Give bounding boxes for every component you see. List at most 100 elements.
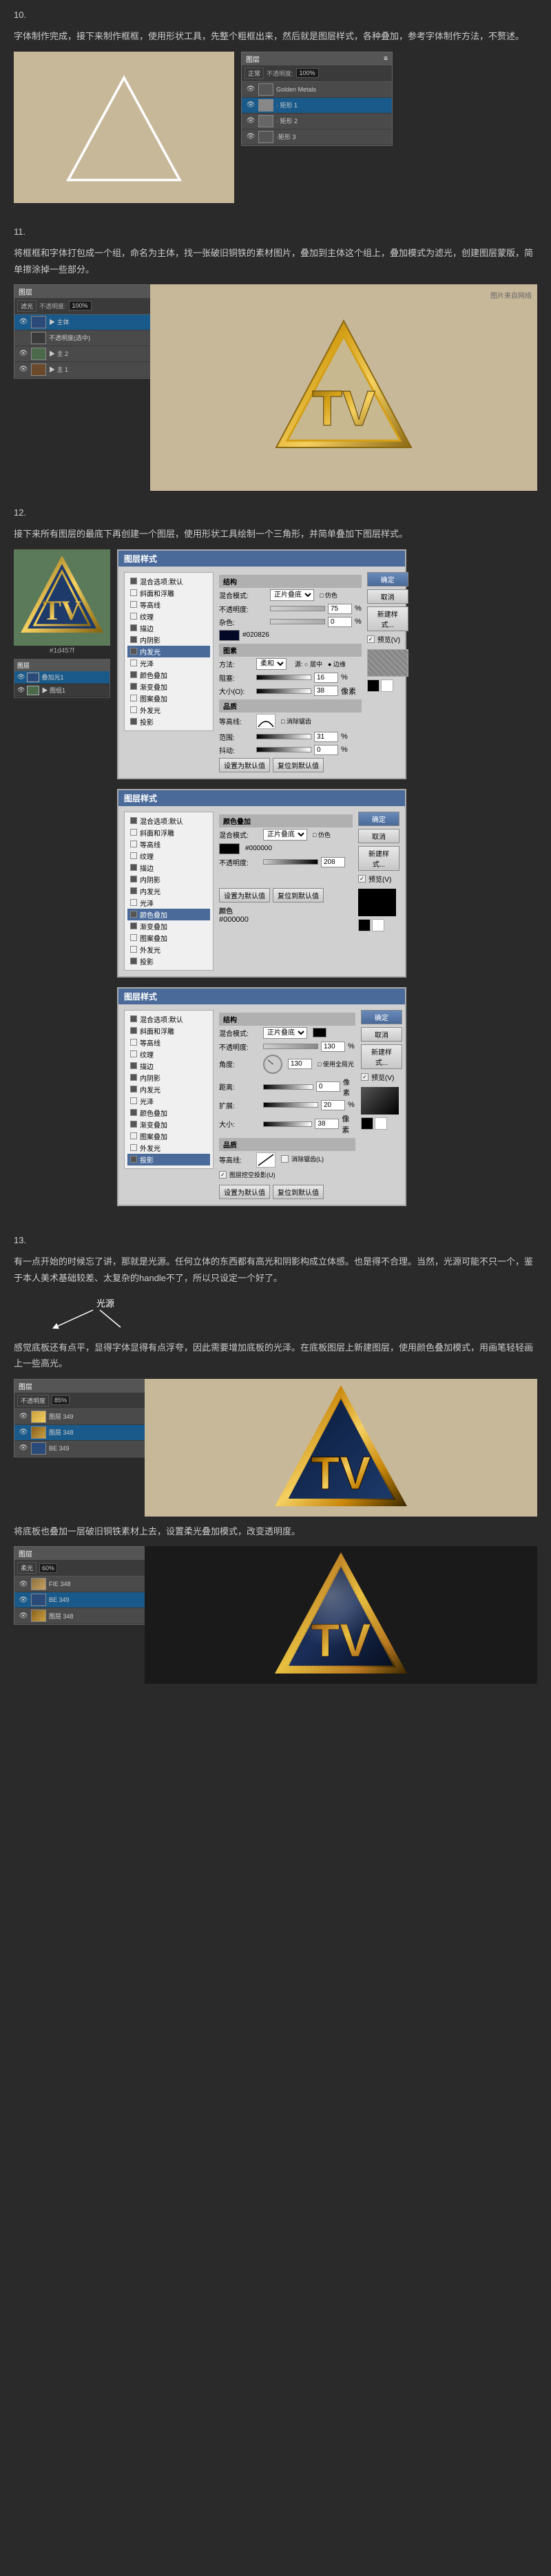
- opacity-co-slider[interactable]: [263, 859, 318, 865]
- si-texture-co[interactable]: 纹理: [127, 850, 210, 862]
- final-layer-2[interactable]: 👁 图层 348: [14, 1425, 165, 1441]
- small-layer-row-2[interactable]: 👁 ▶ 图组1: [14, 684, 110, 697]
- opacity-value-11[interactable]: 100%: [69, 301, 92, 310]
- angle-dial-ds[interactable]: [263, 1055, 282, 1074]
- opacity-input-ig[interactable]: [328, 604, 352, 614]
- si-ds-ds[interactable]: 投影: [127, 1154, 210, 1165]
- si-tex-ds[interactable]: 纹理: [127, 1048, 210, 1060]
- si-bevel-co[interactable]: 斜面和浮雕: [127, 827, 210, 838]
- blend-final-2[interactable]: 柔光: [17, 1562, 37, 1574]
- distance-ds-input[interactable]: [316, 1081, 340, 1092]
- layer-opacity-sel[interactable]: 不透明度(选中): [14, 330, 165, 346]
- choke-input-ig[interactable]: [314, 673, 338, 683]
- size-input-ig[interactable]: [314, 686, 338, 696]
- layer-main2[interactable]: 👁 ▶ 主 2: [14, 346, 165, 362]
- layer-sublayer1[interactable]: 👁 · 矩形 1: [242, 98, 392, 114]
- style-item-stroke[interactable]: 描边: [127, 622, 210, 634]
- ok-btn-ds[interactable]: 确定: [361, 1010, 402, 1024]
- preview-cb-ig[interactable]: [367, 635, 375, 643]
- size-ds-slider[interactable]: [263, 1121, 312, 1127]
- opacity-val-final-2[interactable]: 60%: [39, 1563, 57, 1573]
- final-layer-1[interactable]: 👁 图层 349: [14, 1409, 165, 1425]
- si-co-co[interactable]: 颜色叠加: [127, 909, 210, 920]
- style-item-color-overlay[interactable]: 颜色叠加: [127, 669, 210, 681]
- eye-fl1[interactable]: 👁: [19, 1413, 28, 1420]
- range-slider-ig[interactable]: [256, 734, 311, 739]
- range-input-ig[interactable]: [314, 732, 338, 742]
- contour-ds-preview[interactable]: [256, 1152, 276, 1168]
- eye-f2l3[interactable]: 👁: [19, 1612, 28, 1620]
- opacity-slider-ig[interactable]: [270, 606, 325, 611]
- ok-btn-ig[interactable]: 确定: [367, 572, 408, 587]
- blend-mode-select[interactable]: 正常: [245, 67, 264, 79]
- si-stroke-co[interactable]: 描边: [127, 862, 210, 874]
- noise-input-ig[interactable]: [328, 617, 352, 627]
- reset-default-btn-ds[interactable]: 复位到默认值: [273, 1185, 324, 1199]
- style-item-outer-glow[interactable]: 外发光: [127, 704, 210, 716]
- si-go-co[interactable]: 渐变叠加: [127, 920, 210, 932]
- jitter-slider-ig[interactable]: [256, 747, 311, 752]
- choke-slider-ig[interactable]: [256, 675, 311, 680]
- new-style-btn-co[interactable]: 新建样式...: [358, 846, 399, 871]
- eye-icon-2[interactable]: 👁: [246, 101, 256, 109]
- layer-main-group[interactable]: 👁 ▶ 主体: [14, 315, 165, 330]
- color-ds-box[interactable]: [313, 1028, 326, 1037]
- reset-default-btn-ig[interactable]: 复位到默认值: [273, 758, 324, 772]
- final2-layer-3[interactable]: 👁 图层 348: [14, 1608, 165, 1624]
- final-panel-toolbar[interactable]: 不透明度 85%: [14, 1393, 165, 1409]
- spread-ds-slider[interactable]: [263, 1102, 318, 1108]
- eye-f2l2[interactable]: 👁: [19, 1596, 28, 1604]
- si-stk-ds[interactable]: 描边: [127, 1060, 210, 1072]
- opacity-val-final[interactable]: 85%: [52, 1395, 70, 1405]
- size-slider-ig[interactable]: [256, 688, 311, 694]
- eye-main1[interactable]: 👁: [19, 366, 28, 373]
- blend-mode-select-ig[interactable]: 正片叠底: [270, 589, 314, 601]
- style-item-texture[interactable]: 纹理: [127, 611, 210, 622]
- eye-icon[interactable]: 👁: [246, 85, 256, 93]
- blend-ds-select[interactable]: 正片叠底: [263, 1027, 307, 1039]
- opacity-ds-input[interactable]: [321, 1042, 345, 1052]
- small-layer-row-1[interactable]: 👁 叠加光1: [14, 671, 110, 684]
- style-item-contour[interactable]: 等高线: [127, 599, 210, 611]
- set-default-btn-ds[interactable]: 设置为默认值: [219, 1185, 270, 1199]
- style-item-default[interactable]: 混合选项:默认: [127, 576, 210, 587]
- eye-icon-3[interactable]: 👁: [246, 117, 256, 125]
- style-item-pattern[interactable]: 图案叠加: [127, 693, 210, 704]
- eye-fl3[interactable]: 👁: [19, 1444, 28, 1452]
- preview-cb-co[interactable]: [358, 875, 366, 883]
- opacity-co-input[interactable]: [321, 857, 345, 867]
- distance-ds-slider[interactable]: [263, 1084, 313, 1090]
- ok-btn-co[interactable]: 确定: [358, 812, 399, 826]
- si-ds-co[interactable]: 投影: [127, 956, 210, 967]
- color-box-co[interactable]: [219, 843, 240, 854]
- layer-main1[interactable]: 👁 ▶ 主 1: [14, 362, 165, 378]
- eye-main2[interactable]: 👁: [19, 350, 28, 357]
- si-go-ds[interactable]: 渐变叠加: [127, 1119, 210, 1130]
- si-contour-co[interactable]: 等高线: [127, 838, 210, 850]
- preview-cb-ds[interactable]: [361, 1073, 368, 1081]
- layer-golden-metals[interactable]: 👁 Golden Metals: [242, 82, 392, 98]
- jitter-input-ig[interactable]: [314, 745, 338, 755]
- cancel-btn-ig[interactable]: 取消: [367, 589, 408, 604]
- final2-layer-1[interactable]: 👁 FIE 348: [14, 1576, 165, 1592]
- color-box-ig[interactable]: [219, 630, 240, 641]
- eye-fl2[interactable]: 👁: [19, 1428, 28, 1436]
- technique-select-ig[interactable]: 柔和: [256, 658, 287, 670]
- si-ig-co[interactable]: 内发光: [127, 885, 210, 897]
- cancel-btn-ds[interactable]: 取消: [361, 1027, 402, 1042]
- contour-preview-ig[interactable]: [256, 714, 276, 729]
- si-og-co[interactable]: 外发光: [127, 944, 210, 956]
- panel-toolbar[interactable]: 正常 不透明度: 100%: [242, 65, 392, 82]
- blend-final[interactable]: 不透明度: [17, 1395, 49, 1406]
- layer-sublayer2[interactable]: 👁 · 矩形 2: [242, 114, 392, 129]
- si-bev-ds[interactable]: 斜面和浮雕: [127, 1025, 210, 1037]
- opacity-ds-slider[interactable]: [263, 1044, 318, 1049]
- antialias-cb-ds[interactable]: [281, 1155, 289, 1163]
- cancel-btn-co[interactable]: 取消: [358, 829, 399, 843]
- blend-mode-11[interactable]: 滤光: [17, 300, 37, 312]
- si-is-ds[interactable]: 内阴影: [127, 1072, 210, 1084]
- si-co-ds[interactable]: 颜色叠加: [127, 1107, 210, 1119]
- noise-slider-ig[interactable]: [270, 619, 325, 624]
- si-po-ds[interactable]: 图案叠加: [127, 1130, 210, 1142]
- style-item-bevel[interactable]: 斜面和浮雕: [127, 587, 210, 599]
